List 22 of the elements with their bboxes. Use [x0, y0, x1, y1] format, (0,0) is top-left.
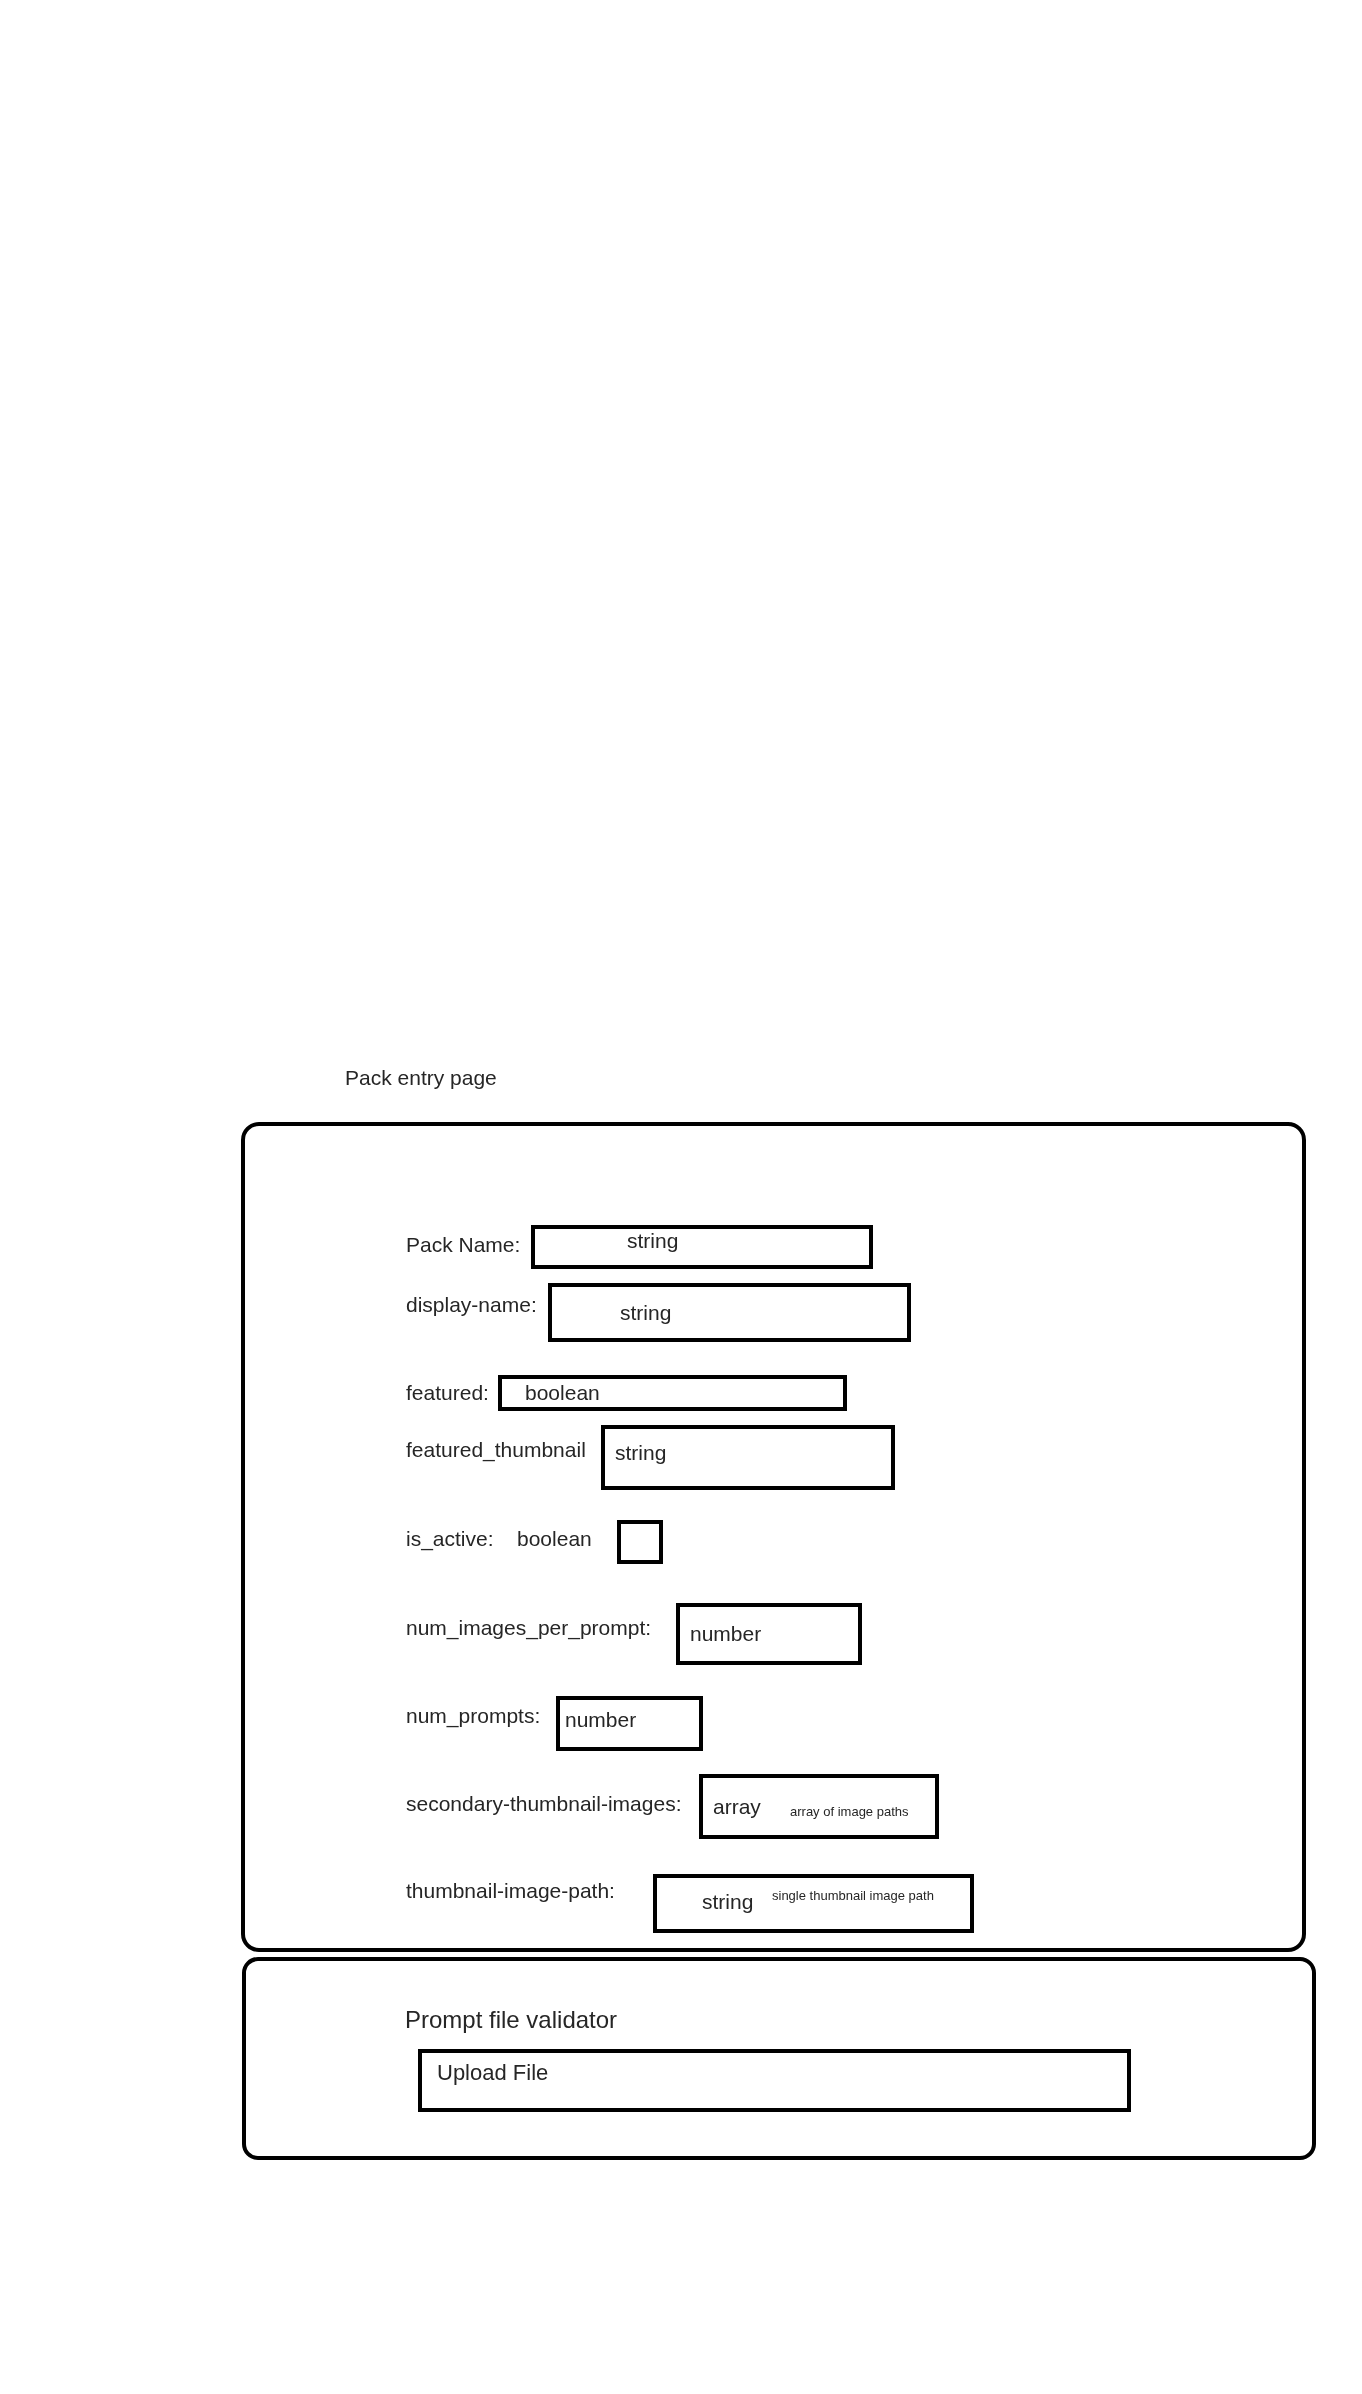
page-title: Pack entry page	[345, 1066, 497, 1090]
field-label: num_images_per_prompt:	[406, 1616, 652, 1640]
field-label: Pack Name:	[406, 1233, 521, 1257]
upload-file-button[interactable]: Upload File	[418, 2049, 1131, 2112]
field-label: featured:	[406, 1381, 489, 1405]
field-label: secondary-thumbnail-images:	[406, 1792, 682, 1816]
field-note: array of image paths	[790, 1804, 909, 1820]
field-label: featured_thumbnail	[406, 1438, 586, 1462]
field-label: is_active:	[406, 1527, 494, 1551]
field-note: single thumbnail image path	[772, 1888, 934, 1904]
field-label: thumbnail-image-path:	[406, 1879, 615, 1903]
input-field[interactable]: boolean	[498, 1375, 847, 1411]
input-field[interactable]: string	[601, 1425, 895, 1490]
input-field[interactable]: number	[556, 1696, 703, 1751]
type-hint: boolean	[517, 1527, 592, 1551]
input-field[interactable]: string	[531, 1225, 873, 1269]
field-label: display-name:	[406, 1293, 537, 1317]
section-title: Prompt file validator	[405, 2008, 618, 2032]
checkbox[interactable]	[617, 1520, 663, 1564]
field-label: num_prompts:	[406, 1704, 541, 1728]
input-field[interactable]: number	[676, 1603, 862, 1665]
input-field[interactable]: string	[548, 1283, 911, 1342]
